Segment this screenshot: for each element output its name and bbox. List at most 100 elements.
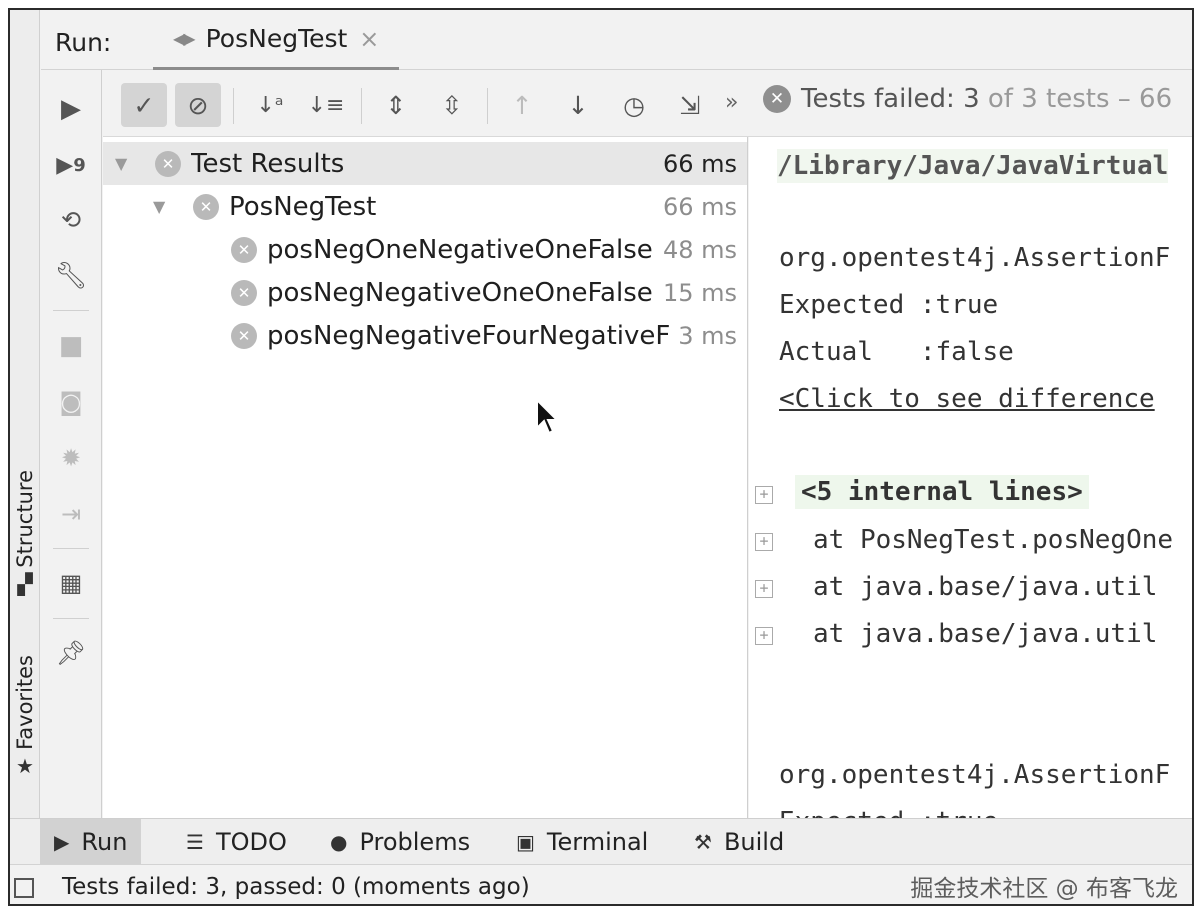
see-difference-link[interactable]: <Click to see difference	[779, 384, 1155, 414]
close-tab-icon[interactable]: ×	[359, 25, 379, 53]
structure-icon: ▞	[17, 571, 33, 596]
bottom-tab-problems-label: Problems	[359, 828, 471, 856]
test-time: 48 ms	[662, 235, 737, 264]
bottom-tab-build[interactable]: ⚒ Build	[680, 819, 798, 865]
bottom-tab-problems[interactable]: ● Problems	[316, 819, 484, 865]
run-tool-header: Run: ◀▶ PosNegTest ×	[41, 10, 1192, 70]
failed-icon: ✕	[193, 193, 219, 220]
test-runner-toolbar: ✓ ⊘ ↓ᵃ ↓≡ ⇕ ⇳ ↑ ↓ ◷ ⇲ » ✕ Tests failed: …	[103, 70, 1192, 137]
tree-root-label: Test Results	[191, 148, 345, 179]
bottom-tab-terminal[interactable]: ▣ Terminal	[502, 819, 662, 865]
bottom-tab-todo-label: TODO	[215, 828, 287, 856]
bottom-tab-run[interactable]: ▶ Run	[40, 819, 142, 865]
tree-row-root[interactable]: ▼ ✕ Test Results 66 ms	[103, 142, 747, 185]
toolbar-separator	[361, 88, 362, 124]
wrench-icon[interactable]: 🔧︎	[51, 256, 91, 296]
status-bar-message: Tests failed: 3, passed: 0 (moments ago)	[62, 874, 530, 900]
stop-icon[interactable]: ■	[51, 326, 91, 366]
next-failed-icon[interactable]: ↓	[555, 83, 601, 127]
sort-by-duration-icon[interactable]: ↓≡	[303, 83, 349, 127]
status-of: of 3 tests – 66	[987, 84, 1173, 114]
show-passed-icon[interactable]: ✓	[121, 83, 167, 127]
stack-trace-line[interactable]: at PosNegTest.posNegOne	[813, 525, 1173, 555]
console-exception: org.opentest4j.AssertionF	[779, 243, 1171, 273]
rerun-failed-icon[interactable]: ▶ 9	[51, 145, 91, 185]
favorites-tab[interactable]: Favorites ★	[12, 655, 38, 776]
test-label: posNegOneNegativeOneFalse	[267, 234, 653, 265]
console-expected: Expected :true	[779, 290, 999, 320]
camera-icon[interactable]: ◙	[51, 382, 91, 422]
run-label: Run:	[55, 28, 112, 57]
bottom-tab-todo[interactable]: ☰ TODO	[172, 819, 301, 865]
failed-icon: ✕	[231, 279, 257, 306]
internal-lines-fold[interactable]: <5 internal lines>	[795, 475, 1089, 509]
bottom-tab-terminal-label: Terminal	[546, 828, 649, 856]
toolbar-separator	[53, 618, 89, 619]
problems-icon: ●	[330, 830, 348, 854]
sort-alphabetically-icon[interactable]: ↓ᵃ	[247, 83, 293, 127]
run-config-title: PosNegTest	[205, 24, 348, 53]
expand-fold-icon[interactable]: +	[755, 627, 773, 645]
hammer-icon: ⚒	[694, 830, 712, 854]
watermark: 掘金技术社区 @ 布客飞龙	[910, 876, 1178, 902]
pin-icon[interactable]: 📌︎	[51, 633, 91, 673]
expand-arrow-icon[interactable]: ▼	[153, 197, 165, 216]
console-exception: org.opentest4j.AssertionF	[779, 760, 1171, 790]
favorites-tab-label: Favorites	[13, 655, 37, 750]
tool-windows-toggle-icon[interactable]	[14, 878, 34, 898]
stack-trace-line[interactable]: at java.base/java.util	[813, 619, 1157, 649]
run-config-tab[interactable]: ◀▶ PosNegTest ×	[153, 10, 400, 70]
tree-suite-label: PosNegTest	[229, 191, 377, 222]
tree-row-test[interactable]: ✕ posNegNegativeFourNegativeF 3 ms	[103, 314, 747, 357]
previous-failed-icon[interactable]: ↑	[499, 83, 545, 127]
status-count: 3	[963, 84, 980, 114]
tree-root-time: 66 ms	[662, 149, 737, 178]
console-expected: Expected :true	[779, 807, 998, 818]
ide-window: Structure ▞ Favorites ★ Run: ◀▶ PosNegTe…	[8, 8, 1194, 906]
failed-icon: ✕	[763, 85, 791, 113]
status-bar: Tests failed: 3, passed: 0 (moments ago)…	[10, 864, 1192, 904]
status-label: Tests failed:	[801, 84, 955, 114]
collapse-all-icon[interactable]: ⇳	[429, 83, 475, 127]
test-status-summary: ✕ Tests failed: 3 of 3 tests – 66	[763, 84, 1172, 114]
toggle-auto-test-icon[interactable]: ⟲	[51, 200, 91, 240]
list-icon: ☰	[186, 830, 204, 854]
test-time: 15 ms	[662, 278, 737, 307]
layout-icon[interactable]: ▦	[51, 563, 91, 603]
expand-fold-icon[interactable]: +	[755, 533, 773, 551]
exit-icon[interactable]: ⇥	[51, 494, 91, 534]
expand-arrow-icon[interactable]: ▼	[115, 154, 127, 173]
tree-row-test[interactable]: ✕ posNegOneNegativeOneFalse 48 ms	[103, 228, 747, 271]
toolbar-separator	[53, 310, 89, 311]
expand-fold-icon[interactable]: +	[755, 580, 773, 598]
stack-trace-line[interactable]: at java.base/java.util	[813, 572, 1157, 602]
test-history-icon[interactable]: ◷	[611, 83, 657, 127]
toolbar-overflow-icon[interactable]: »	[725, 90, 738, 115]
structure-tab[interactable]: Structure ▞	[12, 470, 38, 594]
left-tool-strip: Structure ▞ Favorites ★	[10, 10, 40, 818]
console-actual: Actual :false	[779, 337, 1014, 367]
star-icon: ★	[16, 753, 34, 778]
import-tests-icon[interactable]: ⇲	[667, 83, 713, 127]
test-status-text: Tests failed: 3 of 3 tests – 66	[801, 84, 1172, 114]
debug-icon[interactable]: ✹	[51, 438, 91, 478]
failed-icon: ✕	[231, 322, 257, 349]
run-actions-toolbar: ▶ ▶ 9 ⟲ 🔧︎ ■ ◙ ✹ ⇥ ▦ 📌︎	[41, 70, 102, 818]
show-ignored-icon[interactable]: ⊘	[175, 83, 221, 127]
toolbar-separator	[53, 548, 89, 549]
test-label: posNegNegativeFourNegativeF	[267, 320, 671, 351]
tree-row-test[interactable]: ✕ posNegNegativeOneOneFalse 15 ms	[103, 271, 747, 314]
bottom-tool-tabs: ▶ Run ☰ TODO ● Problems ▣ Terminal ⚒ Bui…	[10, 818, 1192, 865]
test-time: 3 ms	[678, 321, 737, 350]
bottom-tab-build-label: Build	[723, 828, 785, 856]
tree-row-suite[interactable]: ▼ ✕ PosNegTest 66 ms	[103, 185, 747, 228]
play-icon: ▶	[54, 830, 70, 854]
expand-all-icon[interactable]: ⇕	[373, 83, 419, 127]
terminal-icon: ▣	[516, 830, 535, 854]
failed-icon: ✕	[231, 236, 257, 263]
expand-fold-icon[interactable]: +	[755, 486, 773, 504]
toolbar-separator	[487, 88, 488, 124]
console-output[interactable]: /Library/Java/JavaVirtual org.opentest4j…	[749, 137, 1192, 818]
rerun-icon[interactable]: ▶	[51, 89, 91, 129]
structure-tab-label: Structure	[13, 470, 37, 568]
